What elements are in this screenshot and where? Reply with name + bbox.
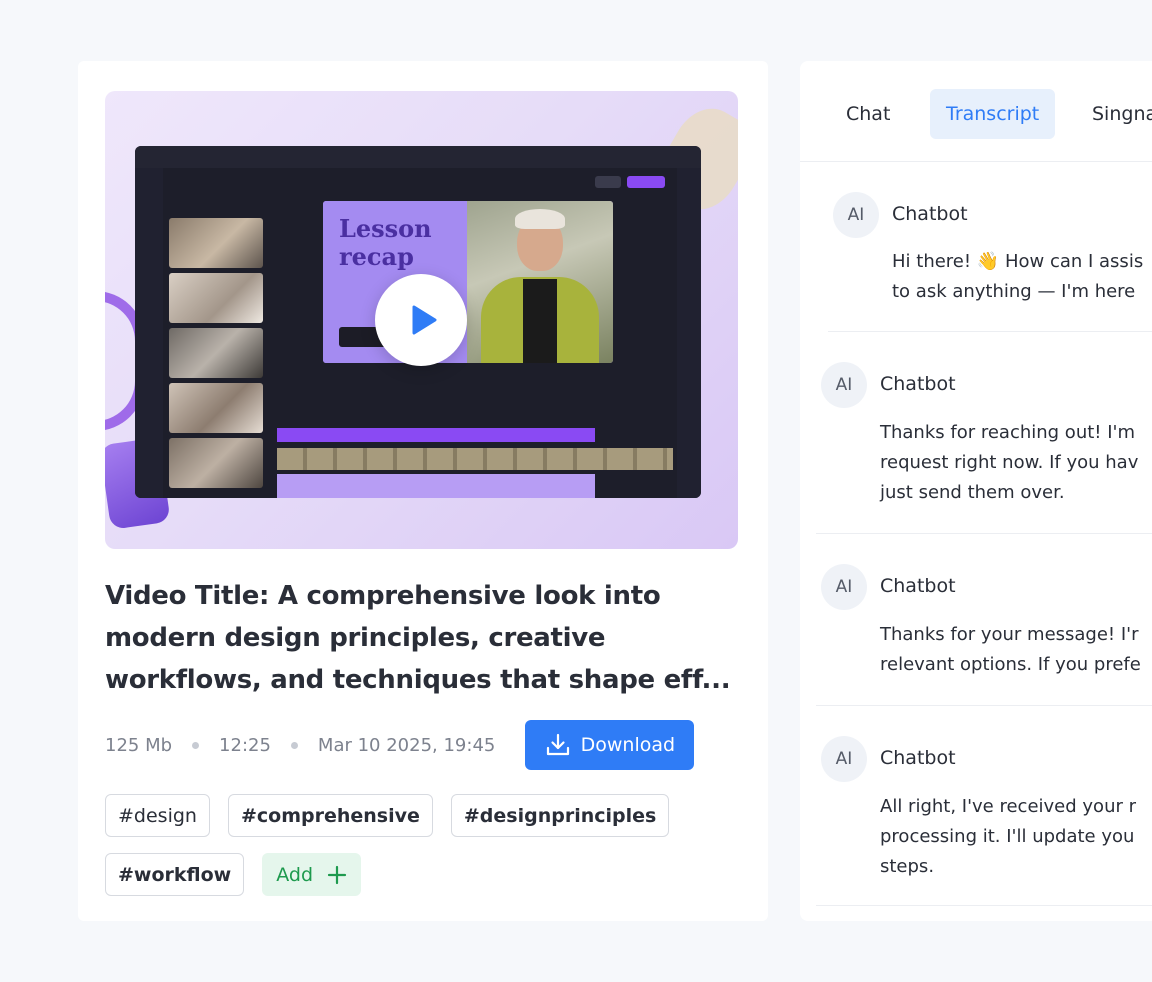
message-text: Thanks for your message! I'r relevant op… bbox=[880, 620, 1141, 680]
message-text: Hi there! 👋 How can I assis to ask anyth… bbox=[892, 247, 1143, 307]
sender-name: Chatbot bbox=[880, 373, 956, 395]
plus-icon bbox=[327, 865, 347, 884]
video-date: Mar 10 2025, 19:45 bbox=[317, 734, 496, 756]
message-line: request right now. If you hav bbox=[880, 452, 1139, 473]
timeline-track-lilac bbox=[277, 474, 595, 498]
video-duration: 12:25 bbox=[219, 734, 271, 756]
video-card: Lesson recap Video Title: A comprehensiv… bbox=[78, 61, 768, 921]
timeline-clip-strip bbox=[277, 448, 673, 470]
editor-timeline bbox=[277, 428, 673, 498]
chat-panel: Chat Transcript Singna AI Chatbot Hi the… bbox=[800, 61, 1152, 921]
video-thumbnail[interactable]: Lesson recap bbox=[105, 91, 738, 549]
tab-chat[interactable]: Chat bbox=[830, 89, 906, 139]
avatar: AI bbox=[821, 362, 867, 408]
add-tag-button[interactable]: Add bbox=[262, 853, 362, 896]
media-tile bbox=[169, 328, 263, 378]
recap-line: recap bbox=[339, 242, 414, 271]
editor-right-toolbar bbox=[677, 168, 701, 498]
timeline-track-purple bbox=[277, 428, 595, 442]
file-size: 125 Mb bbox=[105, 734, 173, 756]
download-icon bbox=[546, 733, 569, 756]
tab-singna[interactable]: Singna bbox=[1076, 89, 1152, 139]
message-line: Hi there! 👋 How can I assis bbox=[892, 251, 1144, 272]
chat-message: AI Chatbot Hi there! 👋 How can I assis t… bbox=[828, 163, 1152, 332]
meta-separator bbox=[192, 741, 200, 749]
avatar: AI bbox=[821, 564, 867, 610]
media-tile bbox=[169, 383, 263, 433]
tab-transcript[interactable]: Transcript bbox=[930, 89, 1056, 139]
chat-message: AI Chatbot Thanks for your message! I'r … bbox=[816, 534, 1152, 706]
avatar: AI bbox=[833, 192, 879, 238]
chat-message: AI Chatbot Thanks for reaching out! I'm … bbox=[816, 332, 1152, 534]
media-library bbox=[169, 218, 263, 493]
download-label: Download bbox=[580, 734, 676, 756]
media-tile bbox=[169, 273, 263, 323]
sender-name: Chatbot bbox=[880, 575, 956, 597]
message-line: relevant options. If you prefe bbox=[880, 654, 1141, 675]
tag-comprehensive[interactable]: #comprehensive bbox=[227, 794, 433, 837]
editor-export-chip bbox=[627, 176, 665, 188]
editor-share-chip bbox=[595, 176, 621, 188]
message-text: Thanks for reaching out! I'm request rig… bbox=[880, 418, 1138, 508]
editor-left-toolbar bbox=[135, 168, 163, 498]
tag-workflow[interactable]: #workflow bbox=[105, 853, 245, 896]
preview-person bbox=[467, 201, 613, 363]
message-line: Thanks for reaching out! I'm bbox=[880, 422, 1136, 443]
sender-name: Chatbot bbox=[892, 203, 968, 225]
lesson-recap-text: Lesson recap bbox=[339, 215, 432, 271]
person-hair bbox=[515, 209, 565, 229]
tag-design[interactable]: #design bbox=[105, 794, 210, 837]
message-line: Thanks for your message! I'r bbox=[880, 624, 1139, 645]
media-tile bbox=[169, 438, 263, 488]
download-button[interactable]: Download bbox=[525, 720, 695, 770]
message-line: steps. bbox=[880, 856, 935, 877]
editor-preview: Lesson recap bbox=[323, 201, 613, 363]
tag-designprinciples[interactable]: #designprinciples bbox=[450, 794, 670, 837]
panel-tabs: Chat Transcript Singna bbox=[800, 61, 1152, 162]
lesson-line: Lesson bbox=[339, 214, 432, 243]
media-tile bbox=[169, 218, 263, 268]
meta-separator bbox=[290, 741, 298, 749]
message-line: processing it. I'll update you bbox=[880, 826, 1135, 847]
chat-message: AI Chatbot All right, I've received your… bbox=[816, 706, 1152, 906]
tag-list: #design #comprehensive #designprinciples… bbox=[105, 794, 725, 896]
add-tag-label: Add bbox=[276, 863, 314, 886]
editor-topbar bbox=[135, 146, 701, 168]
sender-name: Chatbot bbox=[880, 747, 956, 769]
message-line: to ask anything — I'm here bbox=[892, 281, 1136, 302]
message-line: All right, I've received your r bbox=[880, 796, 1136, 817]
video-meta: 125 Mb 12:25 Mar 10 2025, 19:45 Download bbox=[105, 720, 695, 770]
video-title: Video Title: A comprehensive look into m… bbox=[105, 581, 731, 695]
person-shirt bbox=[523, 279, 557, 363]
play-icon bbox=[412, 305, 437, 335]
play-button[interactable] bbox=[375, 274, 467, 366]
message-line: just send them over. bbox=[880, 482, 1065, 503]
avatar: AI bbox=[821, 736, 867, 782]
message-text: All right, I've received your r processi… bbox=[880, 792, 1136, 882]
